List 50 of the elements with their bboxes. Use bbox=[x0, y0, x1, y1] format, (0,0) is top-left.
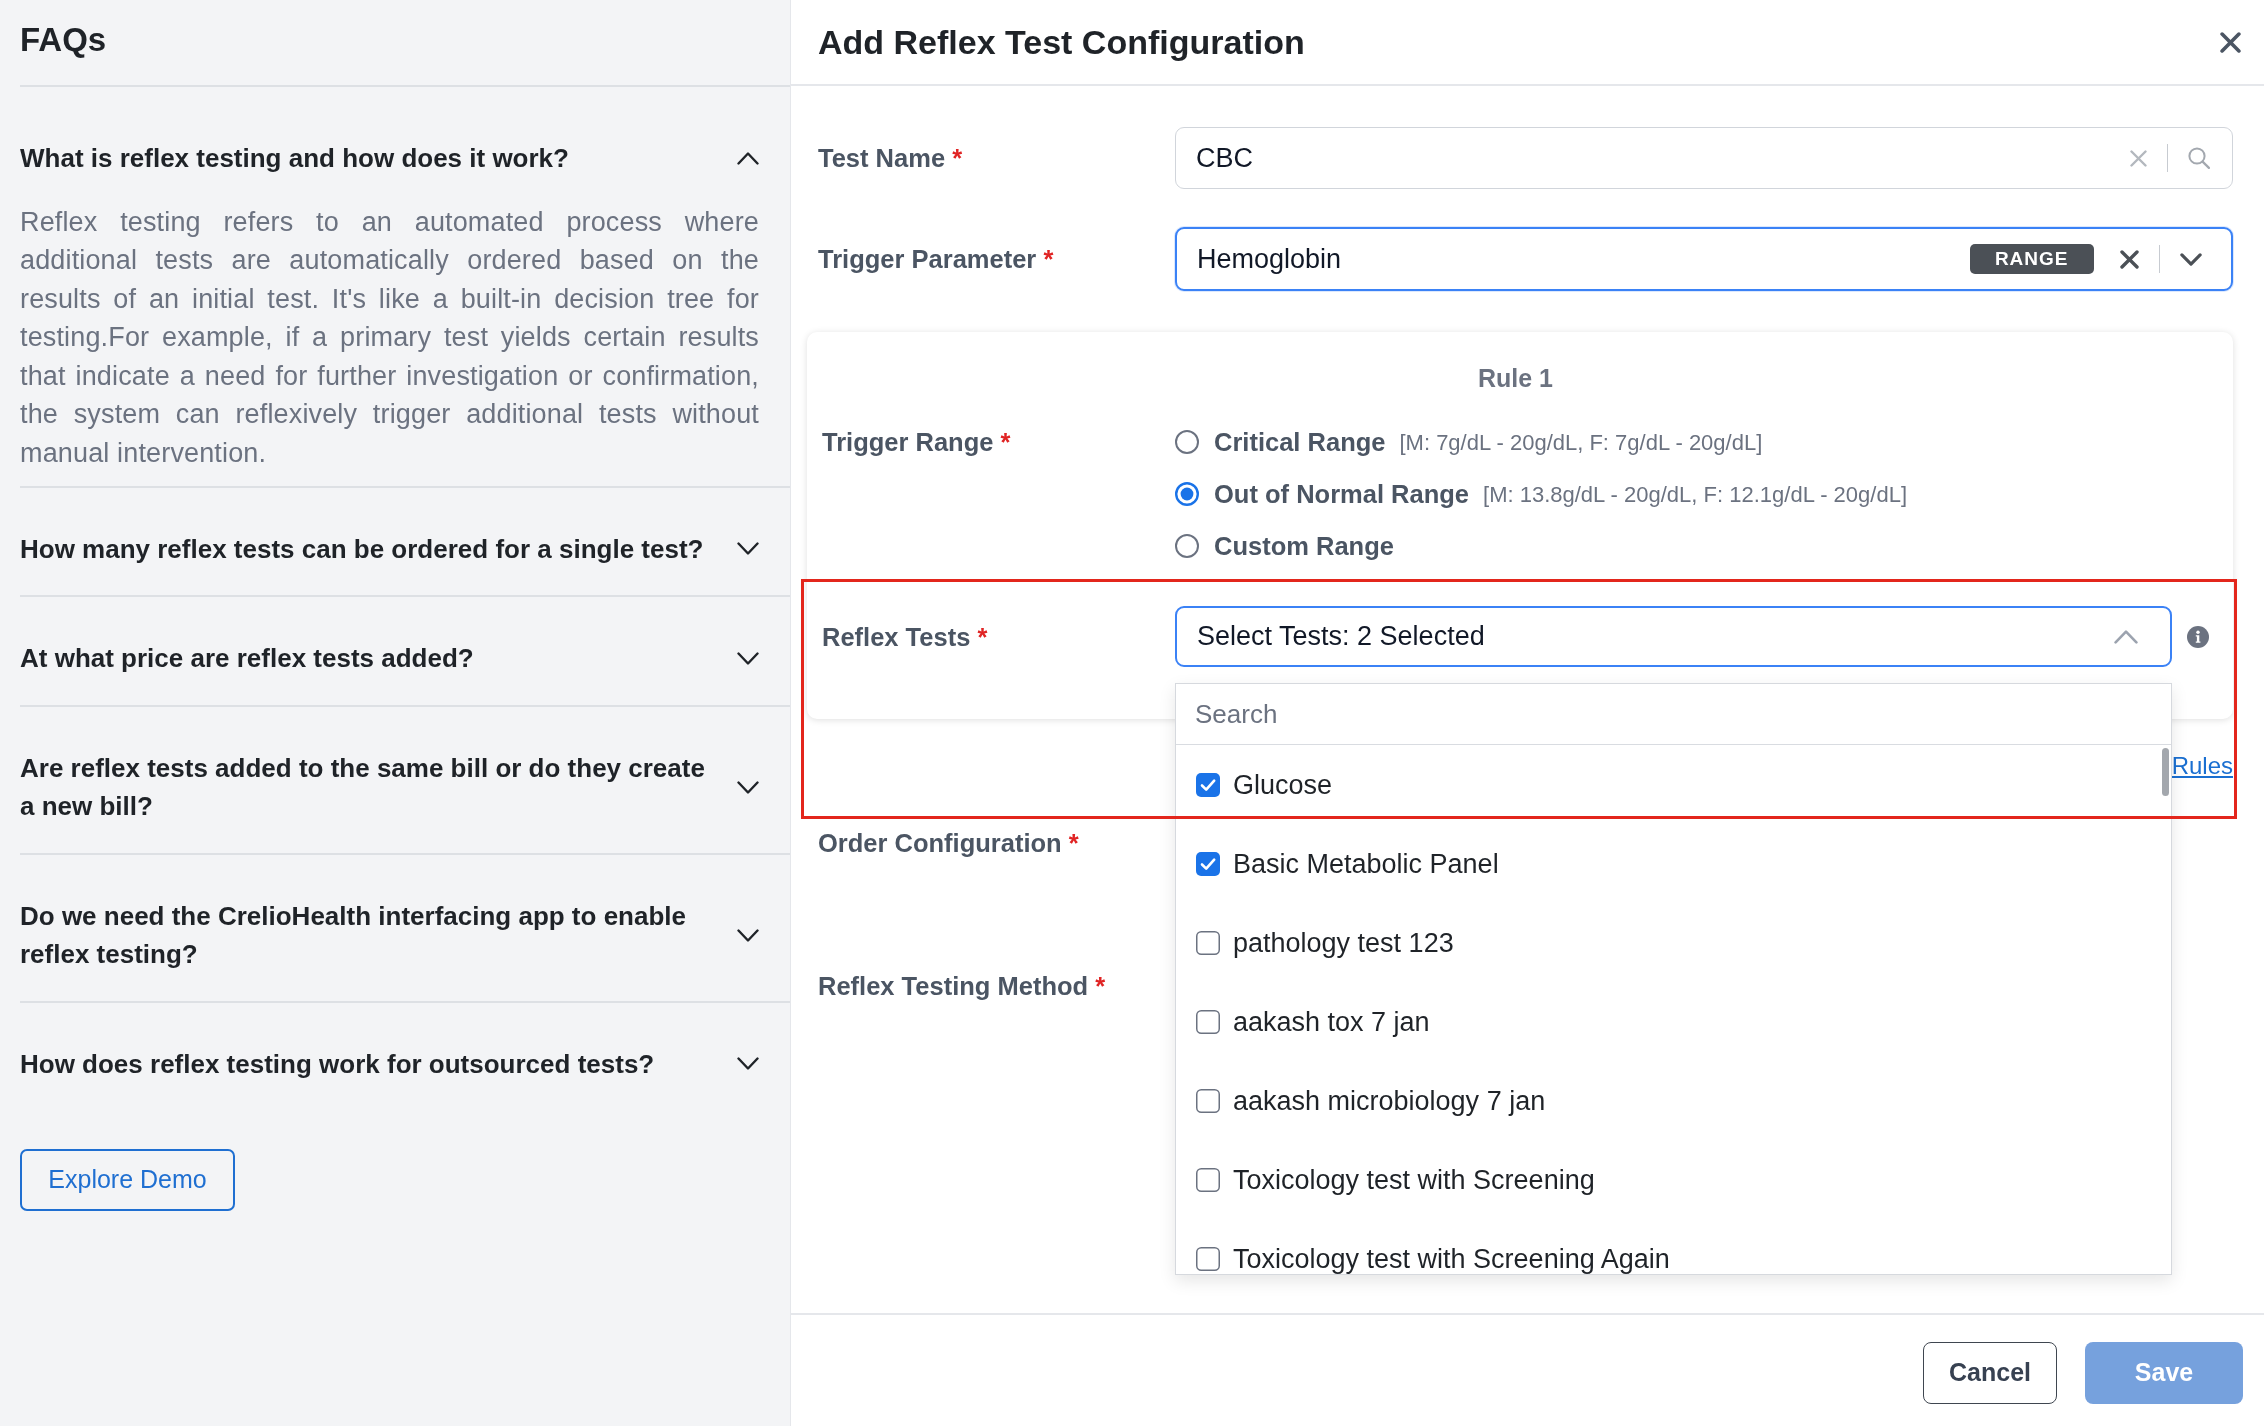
range-badge: RANGE bbox=[1969, 244, 2094, 274]
checkbox[interactable] bbox=[1196, 1246, 1220, 1271]
option-label[interactable]: pathology test 123 bbox=[1233, 927, 1454, 958]
field-label: Reflex Testing Method * bbox=[818, 971, 1107, 1002]
field-label: Reflex Tests * bbox=[822, 621, 989, 653]
close-icon[interactable] bbox=[2220, 31, 2241, 53]
checkbox[interactable] bbox=[1196, 930, 1220, 955]
checkbox[interactable] bbox=[1196, 1167, 1220, 1192]
trigger-parameter-field[interactable]: Hemoglobin RANGE bbox=[1175, 227, 2233, 291]
scrollbar-thumb[interactable] bbox=[2162, 748, 2169, 796]
field-label: Trigger Range * bbox=[822, 427, 1012, 458]
chevron-down-icon[interactable] bbox=[2180, 252, 2202, 266]
faq-question[interactable]: Are reflex tests added to the same bill or do they create a new bill? bbox=[20, 748, 759, 826]
info-icon[interactable] bbox=[2187, 625, 2209, 648]
range-hint: [M: 13.8g/dL - 20g/dL, F: 12.1g/dL - 20g/dL] bbox=[1483, 480, 1907, 509]
explore-demo-button[interactable]: Explore Demo bbox=[20, 1149, 235, 1212]
checkbox[interactable] bbox=[1196, 772, 1220, 797]
option-label[interactable]: Basic Metabolic Panel bbox=[1233, 848, 1499, 879]
faq-question[interactable]: Do we need the CrelioHealth interfacing app to enable reflex testing? bbox=[20, 896, 759, 974]
footer-button[interactable]: Cancel bbox=[1923, 1342, 2057, 1404]
option-label[interactable]: Toxicology test with Screening Again bbox=[1233, 1243, 1670, 1274]
rule-title: Rule 1 bbox=[1477, 363, 1554, 394]
faq-question[interactable]: At what price are reflex tests added? bbox=[20, 639, 759, 678]
field-label: Trigger Parameter * bbox=[818, 244, 1055, 275]
checkbox[interactable] bbox=[1196, 1088, 1220, 1113]
select-tests-dropdown[interactable]: Select Tests: 2 Selected bbox=[1175, 606, 2172, 667]
range-hint: [M: 7g/dL - 20g/dL, F: 7g/dL - 20g/dL] bbox=[1399, 428, 1763, 457]
field-label: Order Configuration * bbox=[818, 828, 1080, 859]
faq-question[interactable]: How does reflex testing work for outsourced tests? bbox=[20, 1044, 759, 1084]
field-label: Test Name * bbox=[818, 143, 964, 174]
option-label[interactable]: aakash microbiology 7 jan bbox=[1233, 1085, 1546, 1116]
faq-answer: Reflex testing refers to an automated process where additional tests are automatically ordered based on the results of an initial test. It's like a built-in decision tree for testing.For example, if a primary test yields certain results that indicate a need for further investigation or confirmation, the system can reflexively trigger additional tests without manual intervention. bbox=[20, 205, 759, 471]
radio-button[interactable] bbox=[1175, 534, 1199, 558]
option-label[interactable]: aakash tox 7 jan bbox=[1233, 1006, 1430, 1037]
rules-link[interactable]: Rules bbox=[2171, 750, 2233, 782]
radio-button[interactable] bbox=[1175, 430, 1199, 454]
radio-label[interactable]: Critical Range bbox=[1214, 422, 1386, 462]
radio-button[interactable] bbox=[1175, 482, 1199, 506]
option-label[interactable]: Glucose bbox=[1233, 769, 1333, 800]
radio-label[interactable]: Out of Normal Range bbox=[1214, 474, 1469, 514]
search-field[interactable]: Search bbox=[1176, 684, 2171, 745]
clear-icon[interactable] bbox=[2119, 249, 2139, 269]
faq-question[interactable]: How many reflex tests can be ordered for a single test? bbox=[20, 529, 759, 569]
option-label[interactable]: Toxicology test with Screening bbox=[1233, 1164, 1595, 1195]
modal-title: Add Reflex Test Configuration bbox=[818, 21, 1305, 63]
faq-question[interactable]: What is reflex testing and how does it work? bbox=[20, 139, 759, 178]
radio-label[interactable]: Custom Range bbox=[1214, 526, 1394, 566]
faq-title: FAQs bbox=[20, 21, 107, 59]
checkbox[interactable] bbox=[1196, 1009, 1220, 1034]
checkbox[interactable] bbox=[1196, 851, 1220, 876]
